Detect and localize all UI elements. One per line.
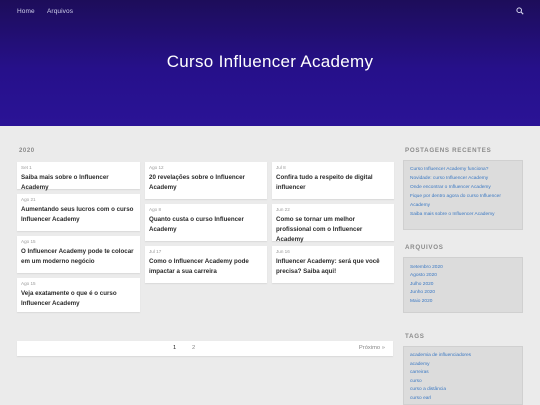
tag-link[interactable]: curso a distância [410, 387, 446, 392]
nav-arquivos-link[interactable]: Arquivos [47, 8, 73, 15]
post-title[interactable]: Veja exatamente o que é o curso Influenc… [21, 289, 136, 309]
post-card[interactable]: Ago 8 Quanto custa o curso Influencer Ac… [145, 204, 267, 241]
post-card[interactable]: Jun 22 Como se tornar um melhor profissi… [272, 204, 394, 243]
archive-month-link[interactable]: Junho 2020 [410, 290, 435, 295]
tag-link[interactable]: academia de influenciadores [410, 353, 471, 358]
recent-post-link[interactable]: Saiba mais sobre o Influencer Academy [410, 212, 495, 217]
post-title[interactable]: O Influencer Academy pode te colocar em … [21, 247, 136, 267]
tag-link[interactable]: carreiras [410, 370, 429, 375]
post-title[interactable]: Saiba mais sobre o Influencer Academy [21, 173, 136, 193]
recent-posts-heading: POSTAGENS RECENTES [405, 147, 492, 154]
archive-month-link[interactable]: Agosto 2020 [410, 273, 437, 278]
post-date: Jun 16 [276, 249, 290, 254]
top-navigation: Home Arquivos [0, 0, 540, 24]
page-1-link[interactable]: 1 [173, 345, 176, 351]
recent-post-link[interactable]: Fique por dentro agora do curso Influenc… [410, 194, 501, 199]
post-title[interactable]: Quanto custa o curso Influencer Academy [149, 215, 263, 235]
post-date: Ago 8 [149, 207, 162, 212]
archive-year: 2020 [19, 148, 35, 154]
archives-heading: ARQUIVOS [405, 244, 444, 251]
archive-month-link[interactable]: Julho 2020 [410, 282, 433, 287]
tag-link[interactable]: academy [410, 362, 429, 367]
post-card[interactable]: Jul 17 Como o Influencer Academy pode im… [145, 246, 267, 283]
post-card[interactable]: Ago 15 O Influencer Academy pode te colo… [17, 236, 140, 273]
post-card[interactable]: Jul 8 Confira tudo a respeito de digital… [272, 162, 394, 199]
post-date: Jul 8 [276, 165, 286, 170]
tags-box: academia de influenciadores academy carr… [403, 346, 523, 405]
tags-heading: TAGS [405, 333, 425, 340]
post-date: Ago 12 [149, 165, 164, 170]
archives-box: Setembro 2020 Agosto 2020 Julho 2020 Jun… [403, 257, 523, 313]
search-icon[interactable] [516, 7, 524, 15]
recent-posts-box: Curso Influencer Academy funciona? Novid… [403, 160, 523, 230]
post-date: Jul 17 [149, 249, 162, 254]
tag-link[interactable]: curso [410, 379, 422, 384]
post-title[interactable]: Como o Influencer Academy pode impactar … [149, 257, 263, 277]
post-card[interactable]: Ago 15 Veja exatamente o que é o curso I… [17, 278, 140, 312]
page-2-link[interactable]: 2 [192, 345, 195, 351]
post-title[interactable]: Aumentando seus lucros com o curso Influ… [21, 205, 136, 225]
post-date: Set 1 [21, 165, 32, 170]
post-title[interactable]: Confira tudo a respeito de digital influ… [276, 173, 390, 193]
post-card[interactable]: Ago 21 Aumentando seus lucros com o curs… [17, 194, 140, 231]
post-date: Jun 22 [276, 207, 290, 212]
recent-post-link[interactable]: Onde encontrar o Influencer Academy [410, 185, 491, 190]
post-title[interactable]: Como se tornar um melhor profissional co… [276, 215, 390, 245]
recent-post-link[interactable]: Novidade: curso Influencer Academy [410, 176, 488, 181]
archive-month-link[interactable]: Maio 2020 [410, 299, 432, 304]
recent-post-link[interactable]: Academy [410, 203, 430, 208]
nav-home-link[interactable]: Home [17, 8, 35, 15]
recent-post-link[interactable]: Curso Influencer Academy funciona? [410, 167, 488, 172]
post-date: Ago 15 [21, 239, 36, 244]
post-date: Ago 15 [21, 281, 36, 286]
post-card[interactable]: Jun 16 Influencer Academy: será que você… [272, 246, 394, 283]
post-date: Ago 21 [21, 197, 36, 202]
tag-link[interactable]: curso earl [410, 396, 431, 401]
site-title[interactable]: Curso Influencer Academy [0, 52, 540, 72]
archive-month-link[interactable]: Setembro 2020 [410, 265, 443, 270]
post-title[interactable]: 20 revelações sobre o Influencer Academy [149, 173, 263, 193]
next-page-link[interactable]: Próximo » [359, 345, 385, 351]
post-card[interactable]: Ago 12 20 revelações sobre o Influencer … [145, 162, 267, 199]
header-hero: Home Arquivos Curso Influencer Academy [0, 0, 540, 126]
post-title[interactable]: Influencer Academy: será que você precis… [276, 257, 390, 277]
post-card[interactable]: Set 1 Saiba mais sobre o Influencer Acad… [17, 162, 140, 191]
pagination: 1 2 Próximo » [17, 341, 393, 356]
